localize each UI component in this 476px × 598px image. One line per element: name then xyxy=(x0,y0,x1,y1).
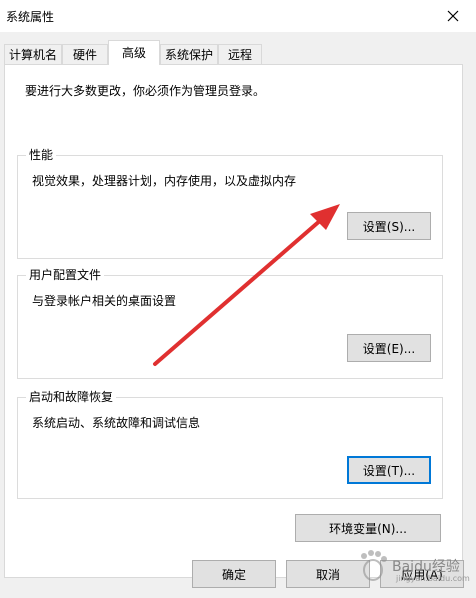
tab-hardware[interactable]: 硬件 xyxy=(62,44,108,64)
user-profiles-group: 用户配置文件 与登录帐户相关的桌面设置 设置(E)... xyxy=(17,267,443,379)
window-title: 系统属性 xyxy=(6,10,55,24)
environment-variables-button[interactable]: 环境变量(N)... xyxy=(295,514,441,542)
ok-button[interactable]: 确定 xyxy=(192,560,276,588)
user-profiles-title: 用户配置文件 xyxy=(26,267,105,283)
performance-desc: 视觉效果，处理器计划，内存使用，以及虚拟内存 xyxy=(32,174,297,188)
watermark-text: Baidu经验 xyxy=(392,559,460,575)
tab-system-protection[interactable]: 系统保护 xyxy=(160,44,218,64)
admin-note: 要进行大多数更改，你必须作为管理员登录。 xyxy=(25,84,266,98)
user-profiles-desc: 与登录帐户相关的桌面设置 xyxy=(32,294,177,308)
startup-recovery-settings-button[interactable]: 设置(T)... xyxy=(347,456,431,484)
tab-advanced[interactable]: 高级 xyxy=(108,40,160,65)
performance-group: 性能 视觉效果，处理器计划，内存使用，以及虚拟内存 设置(S)... xyxy=(17,147,443,259)
tab-computer-name[interactable]: 计算机名 xyxy=(4,44,62,64)
startup-recovery-group: 启动和故障恢复 系统启动、系统故障和调试信息 设置(T)... xyxy=(17,389,443,499)
watermark-subtext: jingyan.baidu.com xyxy=(396,574,470,583)
startup-recovery-desc: 系统启动、系统故障和调试信息 xyxy=(32,416,201,430)
performance-title: 性能 xyxy=(26,147,57,163)
close-icon xyxy=(447,10,459,22)
user-profiles-settings-button[interactable]: 设置(E)... xyxy=(347,334,431,362)
advanced-panel: 要进行大多数更改，你必须作为管理员登录。 性能 视觉效果，处理器计划，内存使用，… xyxy=(4,64,463,578)
dialog-body: 计算机名 硬件 高级 系统保护 远程 要进行大多数更改，你必须作为管理员登录。 … xyxy=(0,32,476,598)
startup-recovery-title: 启动和故障恢复 xyxy=(26,389,117,405)
title-bar: 系统属性 xyxy=(0,0,476,32)
performance-settings-button[interactable]: 设置(S)... xyxy=(347,212,431,240)
tab-remote[interactable]: 远程 xyxy=(218,44,262,64)
close-button[interactable] xyxy=(430,0,476,32)
